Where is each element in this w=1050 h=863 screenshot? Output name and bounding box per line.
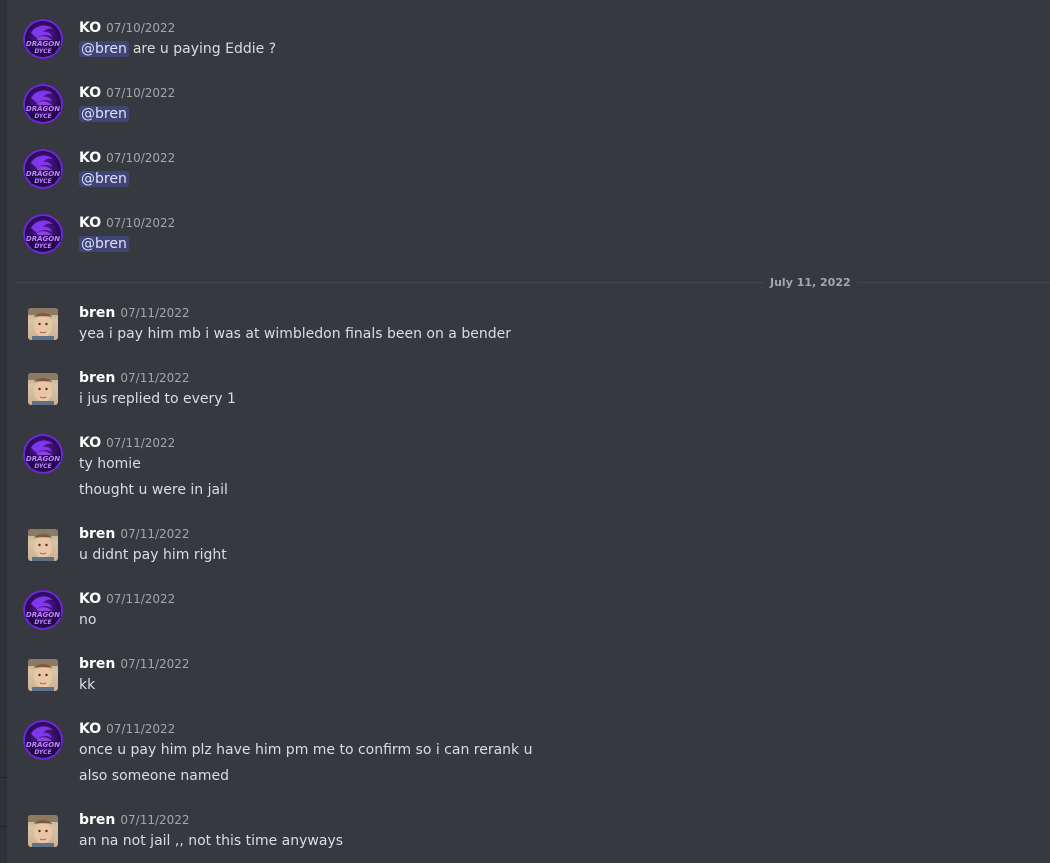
dragon-logo-icon: DRAGON DYCE <box>25 220 61 250</box>
user-avatar[interactable] <box>28 815 58 847</box>
message-text: once u pay him plz have him pm me to con… <box>79 742 533 758</box>
author-name[interactable]: bren <box>79 526 115 542</box>
svg-text:DYCE: DYCE <box>34 619 52 626</box>
user-avatar[interactable]: DRAGON DYCE <box>23 590 63 630</box>
date-divider-label: July 11, 2022 <box>764 275 857 291</box>
author-name[interactable]: bren <box>79 812 115 828</box>
svg-text:DYCE: DYCE <box>34 48 52 55</box>
svg-text:DRAGON: DRAGON <box>26 235 60 243</box>
profile-photo-icon <box>28 529 58 561</box>
strip-divider <box>0 826 7 827</box>
profile-photo-icon <box>28 659 58 691</box>
author-name[interactable]: KO <box>79 435 101 451</box>
svg-text:DYCE: DYCE <box>34 749 52 756</box>
timestamp[interactable]: 07/11/2022 <box>106 436 175 450</box>
message-header: bren 07/11/2022 <box>79 523 190 544</box>
author-name[interactable]: KO <box>79 20 101 36</box>
author-name[interactable]: bren <box>79 656 115 672</box>
message-header: bren 07/11/2022 <box>79 302 190 323</box>
message-text: kk <box>79 677 96 693</box>
message-text: thought u were in jail <box>79 482 228 498</box>
user-avatar[interactable]: DRAGON DYCE <box>23 434 63 474</box>
user-mention[interactable]: @bren <box>79 236 129 252</box>
author-name[interactable]: KO <box>79 721 101 737</box>
svg-text:DYCE: DYCE <box>34 178 52 185</box>
timestamp[interactable]: 07/11/2022 <box>120 657 189 671</box>
svg-text:DRAGON: DRAGON <box>26 611 60 619</box>
user-mention[interactable]: @bren <box>79 106 129 122</box>
dragon-logo-icon: DRAGON DYCE <box>25 726 61 756</box>
svg-text:DRAGON: DRAGON <box>26 455 60 463</box>
message-text: an na not jail ,, not this time anyways <box>79 833 344 849</box>
svg-text:DYCE: DYCE <box>34 113 52 120</box>
message-text: yea i pay him mb i was at wimbledon fina… <box>79 326 511 342</box>
profile-photo-icon <box>28 308 58 340</box>
timestamp[interactable]: 07/11/2022 <box>106 592 175 606</box>
date-divider-line <box>16 282 1050 283</box>
dragon-logo-icon: DRAGON DYCE <box>25 596 61 626</box>
strip-divider <box>0 777 7 778</box>
dragon-logo-icon: DRAGON DYCE <box>25 155 61 185</box>
author-name[interactable]: bren <box>79 305 115 321</box>
user-avatar[interactable]: DRAGON DYCE <box>23 214 63 254</box>
timestamp[interactable]: 07/10/2022 <box>106 86 175 100</box>
author-name[interactable]: KO <box>79 591 101 607</box>
svg-text:DRAGON: DRAGON <box>26 40 60 48</box>
timestamp[interactable]: 07/11/2022 <box>106 722 175 736</box>
svg-text:DRAGON: DRAGON <box>26 741 60 749</box>
message-header: KO 07/11/2022 <box>79 718 175 739</box>
timestamp[interactable]: 07/10/2022 <box>106 21 175 35</box>
dragon-logo-icon: DRAGON DYCE <box>25 90 61 120</box>
message-header: KO 07/11/2022 <box>79 588 175 609</box>
profile-photo-icon <box>28 815 58 847</box>
message-header: bren 07/11/2022 <box>79 809 190 830</box>
message-header: bren 07/11/2022 <box>79 367 190 388</box>
message-content: @bren are u paying Eddie ? <box>79 39 276 59</box>
svg-text:DYCE: DYCE <box>34 243 52 250</box>
dragon-logo-icon: DRAGON DYCE <box>25 25 61 55</box>
svg-text:DRAGON: DRAGON <box>26 170 60 178</box>
svg-text:DYCE: DYCE <box>34 463 52 470</box>
timestamp[interactable]: 07/11/2022 <box>120 813 189 827</box>
profile-photo-icon <box>28 373 58 405</box>
message-text: also someone named <box>79 768 229 784</box>
user-avatar[interactable] <box>28 529 58 561</box>
message-text: ty homie <box>79 456 141 472</box>
message-header: KO 07/10/2022 <box>79 82 175 103</box>
timestamp[interactable]: 07/11/2022 <box>120 371 189 385</box>
message-header: KO 07/10/2022 <box>79 147 175 168</box>
message-header: KO 07/11/2022 <box>79 432 175 453</box>
user-mention[interactable]: @bren <box>79 41 129 57</box>
dragon-logo-icon: DRAGON DYCE <box>25 440 61 470</box>
timestamp[interactable]: 07/10/2022 <box>106 151 175 165</box>
message-header: KO 07/10/2022 <box>79 17 175 38</box>
user-mention[interactable]: @bren <box>79 171 129 187</box>
author-name[interactable]: KO <box>79 215 101 231</box>
author-name[interactable]: KO <box>79 150 101 166</box>
author-name[interactable]: KO <box>79 85 101 101</box>
message-header: KO 07/10/2022 <box>79 212 175 233</box>
user-avatar[interactable] <box>28 308 58 340</box>
user-avatar[interactable]: DRAGON DYCE <box>23 720 63 760</box>
message-header: bren 07/11/2022 <box>79 653 190 674</box>
user-avatar[interactable] <box>28 373 58 405</box>
message-text: are u paying Eddie ? <box>132 41 277 57</box>
user-avatar[interactable]: DRAGON DYCE <box>23 84 63 124</box>
message-text: u didnt pay him right <box>79 547 227 563</box>
timestamp[interactable]: 07/11/2022 <box>120 527 189 541</box>
svg-text:DRAGON: DRAGON <box>26 105 60 113</box>
author-name[interactable]: bren <box>79 370 115 386</box>
user-avatar[interactable]: DRAGON DYCE <box>23 149 63 189</box>
left-scroll-strip <box>0 0 7 863</box>
timestamp[interactable]: 07/11/2022 <box>120 306 189 320</box>
message-content: @bren <box>79 234 133 254</box>
message-text: i jus replied to every 1 <box>79 391 236 407</box>
timestamp[interactable]: 07/10/2022 <box>106 216 175 230</box>
message-content: @bren <box>79 104 133 124</box>
message-text: no <box>79 612 97 628</box>
user-avatar[interactable]: DRAGON DYCE <box>23 19 63 59</box>
message-content: @bren <box>79 169 133 189</box>
user-avatar[interactable] <box>28 659 58 691</box>
